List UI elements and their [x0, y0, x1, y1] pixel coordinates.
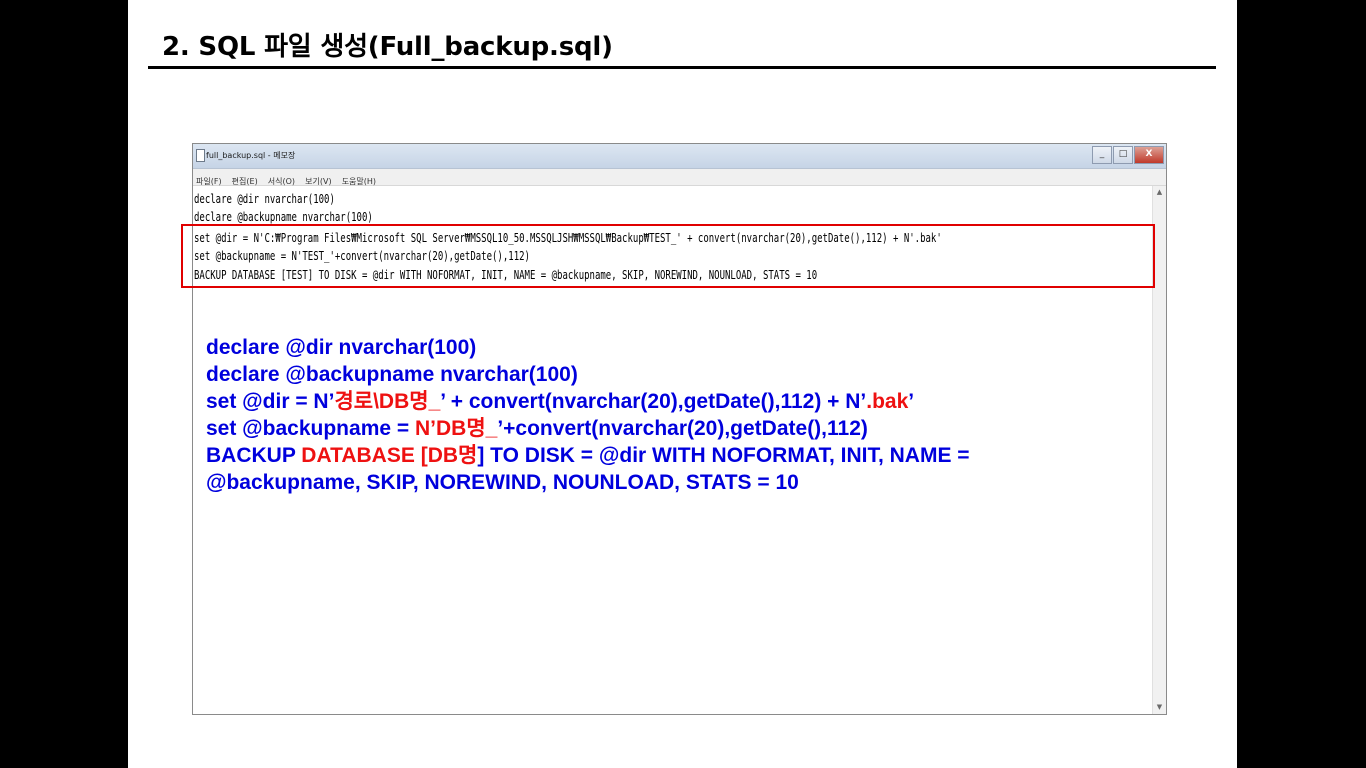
sql-template-text: declare @dir nvarchar(100) declare @back…	[206, 334, 970, 496]
menu-format[interactable]: 서식(O)	[265, 173, 297, 187]
template-line-5-part: [	[414, 444, 428, 467]
template-line-4-part: ’+convert(nvarchar(20),getDate(),112)	[497, 417, 868, 440]
template-line-3-part: ’	[908, 390, 915, 413]
placeholder-dbname: DB명	[427, 444, 478, 467]
menu-file[interactable]: 파일(F)	[193, 173, 224, 187]
template-line-5: BACKUP DATABASE [DB명] TO DISK = @dir WIT…	[206, 442, 970, 469]
notepad-titlebar[interactable]: full_backup.sql - 메모장 _ □ X	[193, 144, 1166, 169]
scroll-down-arrow-icon[interactable]: ▼	[1153, 701, 1166, 714]
highlight-box	[181, 224, 1155, 288]
template-line-3-part: set @dir = N’	[206, 390, 335, 413]
placeholder-bak-extension: .bak	[866, 390, 909, 413]
template-line-6: @backupname, SKIP, NOREWIND, NOUNLOAD, S…	[206, 471, 799, 494]
template-line-5-part: ] TO DISK = @dir WITH NOFORMAT, INIT, NA…	[477, 444, 970, 467]
template-line-4: set @backupname = N’DB명_’+convert(nvarch…	[206, 415, 970, 442]
notepad-window-title: full_backup.sql - 메모장	[206, 151, 296, 160]
menu-edit[interactable]: 편집(E)	[229, 173, 260, 187]
code-line-1: declare @dir nvarchar(100)	[194, 191, 335, 206]
template-line-4-part: set @backupname =	[206, 417, 415, 440]
menu-help[interactable]: 도움말(H)	[339, 173, 378, 187]
notepad-file-icon	[196, 149, 205, 162]
keyword-database: DATABASE	[301, 444, 415, 467]
template-line-3: set @dir = N’경로\DB명_’ + convert(nvarchar…	[206, 388, 970, 415]
slide-title: 2. SQL 파일 생성(Full_backup.sql)	[162, 32, 613, 62]
window-controls: _ □ X	[1091, 146, 1164, 164]
placeholder-dbname-prefix: N’DB명_	[414, 417, 498, 440]
slide: 2. SQL 파일 생성(Full_backup.sql) full_backu…	[128, 0, 1237, 768]
scroll-up-arrow-icon[interactable]: ▲	[1153, 186, 1166, 199]
template-line-2: declare @backupname nvarchar(100)	[206, 363, 578, 386]
template-line-3-part: ’ + convert(nvarchar(20),getDate(),112) …	[440, 390, 867, 413]
minimize-button[interactable]: _	[1092, 146, 1112, 164]
template-line-1: declare @dir nvarchar(100)	[206, 336, 477, 359]
menu-view[interactable]: 보기(V)	[302, 173, 333, 187]
maximize-button[interactable]: □	[1113, 146, 1133, 164]
title-divider	[148, 66, 1216, 69]
notepad-menubar: 파일(F) 편집(E) 서식(O) 보기(V) 도움말(H)	[193, 169, 1166, 186]
close-button[interactable]: X	[1134, 146, 1164, 164]
template-line-5-part: BACKUP	[206, 444, 302, 467]
placeholder-path-dbname: 경로\DB명_	[334, 390, 441, 413]
